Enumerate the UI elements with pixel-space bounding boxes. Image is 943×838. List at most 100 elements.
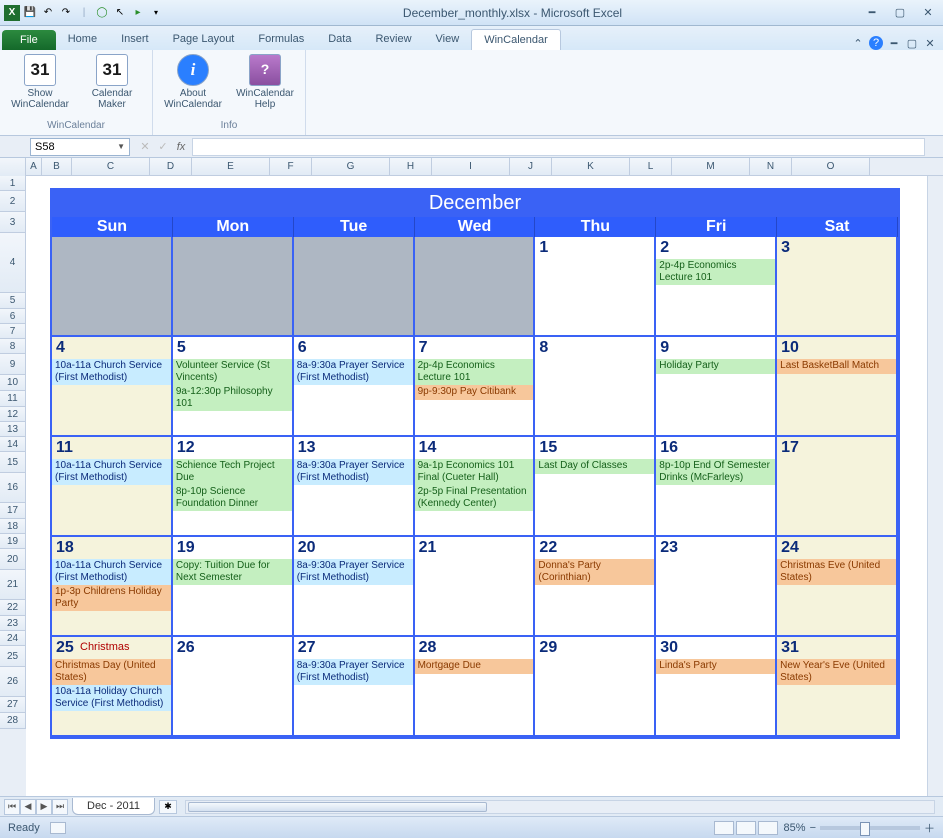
calendar-event[interactable]: 10a-11a Church Service (First Methodist)	[52, 359, 171, 385]
column-header-J[interactable]: J	[510, 158, 552, 176]
calendar-cell-19[interactable]: 19Copy: Tuition Due for Next Semester	[173, 537, 294, 637]
ribbon-minimize-icon[interactable]: ⌃	[851, 36, 865, 50]
calendar-event[interactable]: Holiday Party	[656, 359, 775, 374]
open-icon[interactable]: ◯	[94, 5, 110, 21]
page-break-view-icon[interactable]	[758, 821, 778, 835]
calendar-cell-10[interactable]: 10Last BasketBall Match	[777, 337, 898, 437]
calendar-event[interactable]: Christmas Day (United States)	[52, 659, 171, 685]
row-header-16[interactable]: 16	[0, 473, 26, 503]
row-header-21[interactable]: 21	[0, 570, 26, 600]
maximize-button[interactable]: ▢	[889, 5, 911, 21]
row-header-28[interactable]: 28	[0, 713, 26, 729]
calendar-event[interactable]: 8a-9:30a Prayer Service (First Methodist…	[294, 459, 413, 485]
calendar-event[interactable]: New Year's Eve (United States)	[777, 659, 896, 685]
workbook-restore-icon[interactable]: ▢	[905, 36, 919, 50]
row-header-23[interactable]: 23	[0, 616, 26, 631]
row-header-1[interactable]: 1	[0, 176, 26, 191]
column-header-I[interactable]: I	[432, 158, 510, 176]
calendar-cell-8[interactable]: 8	[535, 337, 656, 437]
calendar-cell-16[interactable]: 168p-10p End Of Semester Drinks (McFarle…	[656, 437, 777, 537]
calendar-event[interactable]: Linda's Party	[656, 659, 775, 674]
row-header-11[interactable]: 11	[0, 391, 26, 407]
select-all-button[interactable]	[0, 158, 26, 176]
calendar-cell-26[interactable]: 26	[173, 637, 294, 737]
calendar-event[interactable]: 2p-4p Economics Lecture 101	[656, 259, 775, 285]
calendar-event[interactable]: Schience Tech Project Due	[173, 459, 292, 485]
row-header-2[interactable]: 2	[0, 191, 26, 212]
help-icon[interactable]: ?	[869, 36, 883, 50]
row-header-4[interactable]: 4	[0, 233, 26, 293]
row-header-27[interactable]: 27	[0, 697, 26, 713]
column-header-A[interactable]: A	[26, 158, 42, 176]
calendar-event[interactable]: Last BasketBall Match	[777, 359, 896, 374]
show-wincalendar-button[interactable]: 31Show WinCalendar	[10, 54, 70, 110]
calendar-cell-11[interactable]: 1110a-11a Church Service (First Methodis…	[52, 437, 173, 537]
about-wincalendar-button[interactable]: iAbout WinCalendar	[163, 54, 223, 110]
workbook-minimize-icon[interactable]: ━	[887, 36, 901, 50]
column-header-M[interactable]: M	[672, 158, 750, 176]
tab-nav-next-icon[interactable]: ▶	[36, 799, 52, 815]
calendar-event[interactable]: 8a-9:30a Prayer Service (First Methodist…	[294, 559, 413, 585]
row-header-3[interactable]: 3	[0, 212, 26, 233]
calendar-event[interactable]: 8p-10p Science Foundation Dinner	[173, 485, 292, 511]
name-box-dropdown-icon[interactable]: ▼	[117, 142, 125, 151]
zoom-control[interactable]: 85% − ＋	[784, 820, 935, 836]
calendar-cell-22[interactable]: 22Donna's Party (Corinthian)	[535, 537, 656, 637]
calendar-cell-28[interactable]: 28Mortgage Due	[415, 637, 536, 737]
column-header-O[interactable]: O	[792, 158, 870, 176]
column-header-G[interactable]: G	[312, 158, 390, 176]
row-header-15[interactable]: 15	[0, 452, 26, 473]
row-header-22[interactable]: 22	[0, 600, 26, 616]
calendar-cell-blank[interactable]	[294, 237, 415, 337]
calendar-cell-blank[interactable]	[173, 237, 294, 337]
row-header-17[interactable]: 17	[0, 503, 26, 519]
calendar-event[interactable]: 9a-1p Economics 101 Final (Cueter Hall)	[415, 459, 534, 485]
calendar-event[interactable]: Christmas Eve (United States)	[777, 559, 896, 585]
row-header-19[interactable]: 19	[0, 534, 26, 549]
vertical-scrollbar[interactable]	[927, 176, 943, 796]
ribbon-tab-formulas[interactable]: Formulas	[246, 29, 316, 50]
run-icon[interactable]: ▸	[130, 5, 146, 21]
calendar-event[interactable]: 2p-4p Economics Lecture 101	[415, 359, 534, 385]
ribbon-tab-page-layout[interactable]: Page Layout	[161, 29, 247, 50]
redo-icon[interactable]: ↷	[58, 5, 74, 21]
tab-nav-last-icon[interactable]: ⏭	[52, 799, 68, 815]
calendar-event[interactable]: 8p-10p End Of Semester Drinks (McFarleys…	[656, 459, 775, 485]
column-header-K[interactable]: K	[552, 158, 630, 176]
calendar-event[interactable]: 8a-9:30a Prayer Service (First Methodist…	[294, 659, 413, 685]
row-header-26[interactable]: 26	[0, 667, 26, 697]
ribbon-tab-wincalendar[interactable]: WinCalendar	[471, 29, 561, 50]
close-button[interactable]: ✕	[917, 5, 939, 21]
calendar-cell-12[interactable]: 12Schience Tech Project Due8p-10p Scienc…	[173, 437, 294, 537]
row-header-18[interactable]: 18	[0, 519, 26, 534]
calendar-cell-21[interactable]: 21	[415, 537, 536, 637]
calendar-cell-27[interactable]: 278a-9:30a Prayer Service (First Methodi…	[294, 637, 415, 737]
column-header-B[interactable]: B	[42, 158, 72, 176]
calendar-event[interactable]: Mortgage Due	[415, 659, 534, 674]
insert-function-button[interactable]: fx	[172, 141, 190, 153]
row-header-7[interactable]: 7	[0, 324, 26, 339]
calendar-event[interactable]: 10a-11a Church Service (First Methodist)	[52, 559, 171, 585]
zoom-in-icon[interactable]: ＋	[924, 820, 935, 836]
calendar-cell-7[interactable]: 72p-4p Economics Lecture 1019p-9:30p Pay…	[415, 337, 536, 437]
calendar-event[interactable]: Copy: Tuition Due for Next Semester	[173, 559, 292, 585]
column-header-E[interactable]: E	[192, 158, 270, 176]
calendar-cell-17[interactable]: 17	[777, 437, 898, 537]
page-layout-view-icon[interactable]	[736, 821, 756, 835]
calendar-cell-6[interactable]: 68a-9:30a Prayer Service (First Methodis…	[294, 337, 415, 437]
calendar-event[interactable]: 8a-9:30a Prayer Service (First Methodist…	[294, 359, 413, 385]
row-header-5[interactable]: 5	[0, 293, 26, 309]
workbook-close-icon[interactable]: ✕	[923, 36, 937, 50]
new-sheet-icon[interactable]: ✱	[159, 800, 177, 814]
calendar-cell-blank[interactable]	[52, 237, 173, 337]
calendar-cell-1[interactable]: 1	[535, 237, 656, 337]
macro-record-icon[interactable]	[50, 822, 66, 834]
calendar-event[interactable]: Last Day of Classes	[535, 459, 654, 474]
worksheet-grid[interactable]: 1234567891011121314151617181920212223242…	[0, 176, 943, 796]
calendar-cell-2[interactable]: 22p-4p Economics Lecture 101	[656, 237, 777, 337]
calendar-cell-24[interactable]: 24Christmas Eve (United States)	[777, 537, 898, 637]
normal-view-icon[interactable]	[714, 821, 734, 835]
qat-customize-icon[interactable]: ▾	[148, 5, 164, 21]
file-tab[interactable]: File	[2, 30, 56, 50]
calendar-event[interactable]: 1p-3p Childrens Holiday Party	[52, 585, 171, 611]
